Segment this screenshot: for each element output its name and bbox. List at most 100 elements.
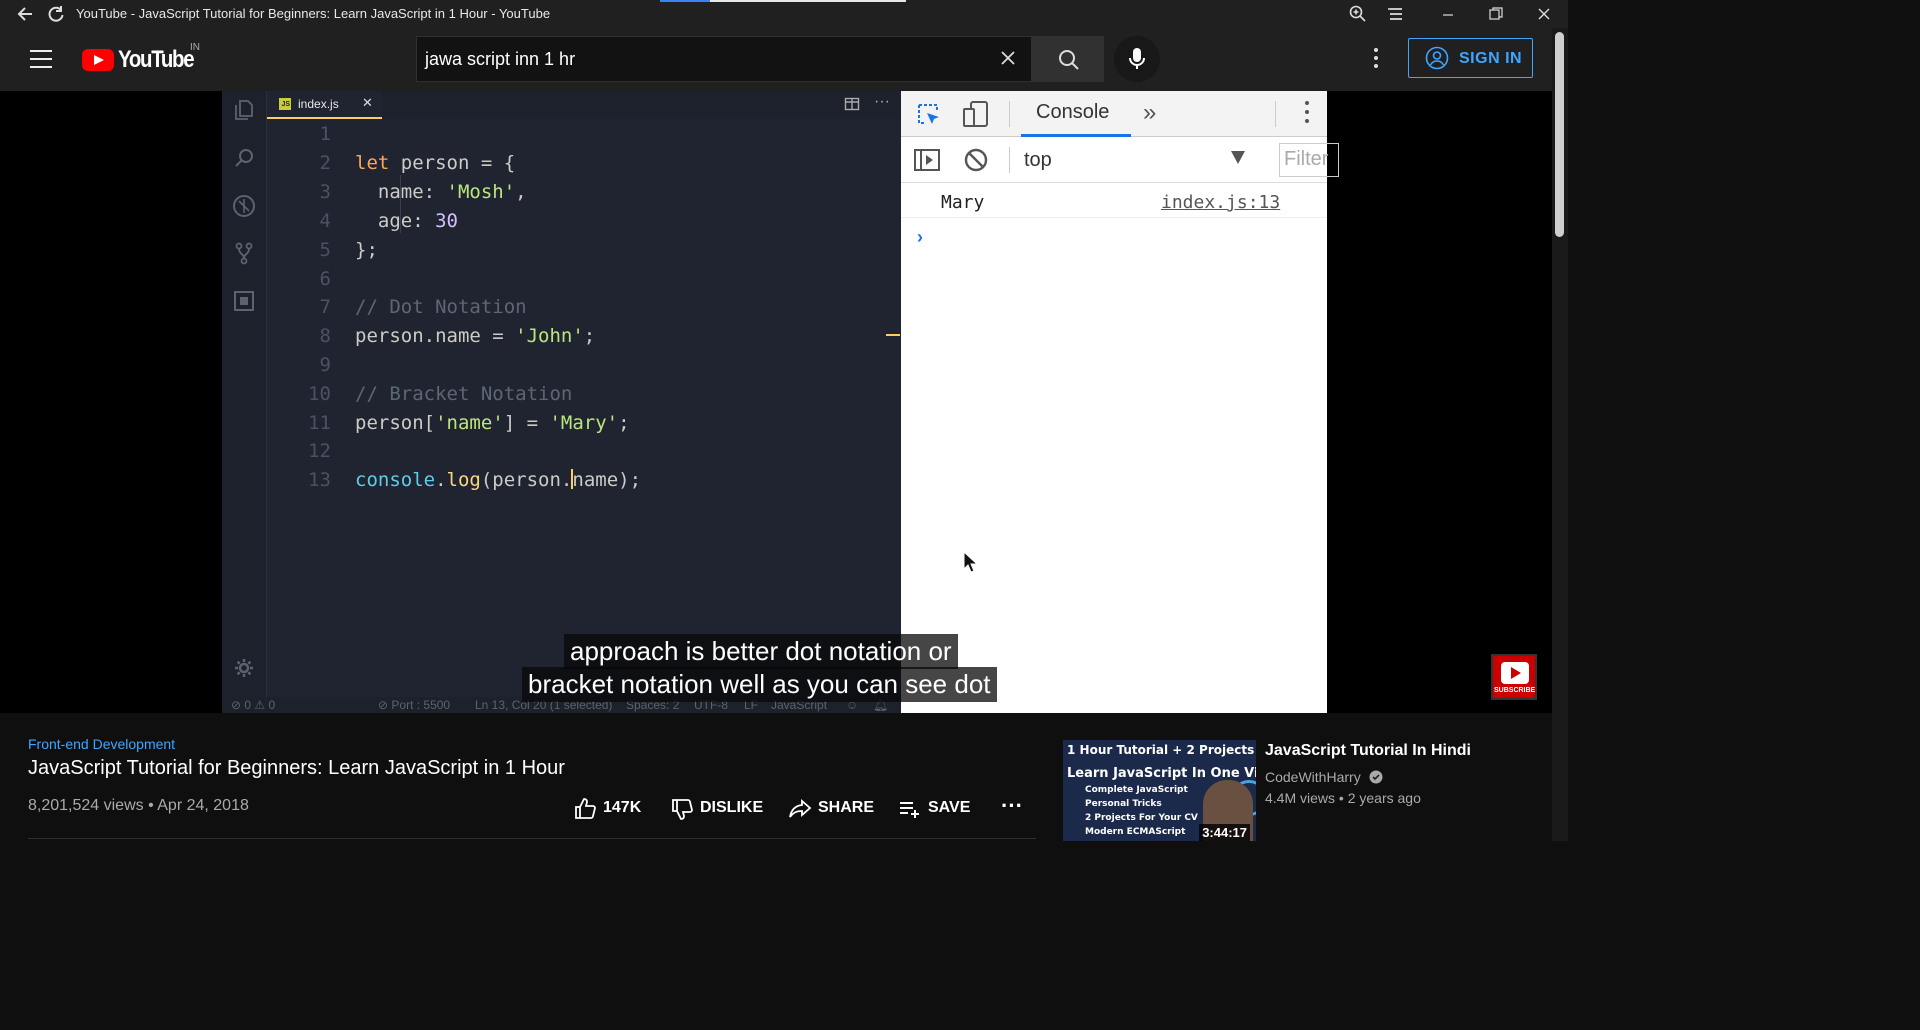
sign-in-button[interactable]: SIGN IN [1408, 38, 1533, 78]
playlist-add-icon [900, 802, 919, 818]
split-editor-icon [844, 96, 860, 117]
more-actions-icon: ··· [874, 93, 890, 110]
line-number: 5 [319, 239, 331, 261]
thumbs-down-icon [672, 799, 693, 820]
devtools-menu-icon [1305, 101, 1309, 123]
code-line-3: name: 'Mosh', [355, 181, 527, 203]
dislike-button[interactable]: DISLIKE [670, 797, 770, 821]
code-editor-frame: JS index.js ✕ ··· 1 2 3 4 5 6 7 8 9 10 1… [222, 91, 901, 713]
video-duration: 3:44:17 [1199, 824, 1250, 841]
line-number: 4 [319, 210, 331, 232]
devtools-toolbar: Console » [901, 91, 1327, 137]
search-input[interactable]: jawa script inn 1 hr [416, 36, 1032, 82]
devtools-panel: Console » top Filter Mary index.js:13 › [901, 91, 1339, 713]
voice-search-button[interactable] [1114, 36, 1160, 82]
console-filter-input: Filter [1279, 143, 1339, 177]
log-message: Mary [941, 192, 985, 213]
caption-line-1: approach is better dot notation or [564, 634, 958, 669]
log-source-link: index.js:13 [1161, 192, 1281, 213]
back-arrow-icon[interactable] [16, 4, 36, 24]
scrollbar-thumb[interactable] [1555, 32, 1564, 237]
code-line-5: }; [355, 239, 378, 261]
close-icon[interactable] [1534, 4, 1554, 24]
device-toolbar-icon [961, 99, 991, 134]
recommended-channel-name[interactable]: CodeWithHarry [1265, 769, 1383, 785]
view-count-date: 8,201,524 views • Apr 24, 2018 [28, 797, 249, 814]
tab-label: index.js [298, 97, 339, 111]
restore-icon[interactable] [1486, 4, 1506, 24]
search-button[interactable] [1032, 36, 1104, 82]
javascript-file-icon: JS [279, 98, 291, 110]
code-line-7: // Dot Notation [355, 296, 527, 318]
editor-tab-index-js: JS index.js ✕ [267, 91, 382, 119]
share-button[interactable]: SHARE [788, 797, 883, 821]
sign-in-label: SIGN IN [1459, 50, 1523, 67]
page-scrollbar[interactable] [1552, 28, 1568, 841]
recommended-video-title[interactable]: JavaScript Tutorial In Hindi [1265, 742, 1471, 760]
guide-menu-icon[interactable] [30, 50, 52, 74]
debug-icon [232, 194, 256, 218]
explorer-icon [232, 98, 256, 122]
editor-tab-bar: JS index.js ✕ ··· [267, 91, 901, 119]
code-line-8: person.name = 'John'; [355, 325, 596, 347]
inspect-element-icon [915, 101, 943, 134]
settings-more-icon[interactable] [1368, 48, 1384, 72]
line-number: 6 [319, 268, 331, 290]
console-prompt-icon: › [917, 227, 923, 247]
minimize-icon[interactable] [1438, 4, 1458, 24]
line-number: 12 [308, 440, 331, 462]
save-button[interactable]: SAVE [898, 797, 980, 821]
reload-icon[interactable] [46, 4, 66, 24]
code-line-13: console.log(person.name); [355, 469, 642, 491]
menu-icon[interactable] [1386, 4, 1406, 24]
line-number: 2 [319, 152, 331, 174]
line-number: 3 [319, 181, 331, 203]
line-number: 10 [308, 383, 331, 405]
like-button[interactable]: 147K [573, 797, 653, 821]
code-line-11: person['name'] = 'Mary'; [355, 412, 630, 434]
context-selector: top [1024, 149, 1052, 171]
share-icon [789, 799, 812, 818]
caption-line-2: bracket notation well as you can see dot [522, 667, 997, 702]
tab-console: Console [1036, 101, 1110, 123]
subscribe-watermark-button[interactable]: SUBSCRIBE [1491, 654, 1537, 700]
zoom-icon[interactable] [1348, 4, 1368, 24]
youtube-header: YouTube IN jawa script inn 1 hr SIGN IN [0, 28, 1552, 91]
line-number: 8 [319, 325, 331, 347]
thumbs-up-icon [575, 798, 596, 819]
more-actions-icon[interactable]: ··· [1001, 793, 1025, 818]
code-line-2: let person = { [355, 152, 516, 174]
recommended-video-thumbnail[interactable]: 1 Hour Tutorial + 2 Projects Learn JavaS… [1063, 740, 1256, 841]
editor-activity-bar [222, 91, 267, 697]
country-code: IN [190, 42, 200, 53]
line-number: 13 [308, 469, 331, 491]
line-number: 11 [308, 412, 331, 434]
video-player[interactable]: JS index.js ✕ ··· 1 2 3 4 5 6 7 8 9 10 1… [0, 91, 1552, 713]
browser-title-bar: YouTube - JavaScript Tutorial for Beginn… [0, 0, 1568, 28]
recommended-video-meta: 4.4M views • 2 years ago [1265, 790, 1421, 806]
console-toolbar: top Filter [901, 137, 1339, 183]
line-number: 1 [319, 123, 331, 145]
logo-text: YouTube [118, 46, 195, 73]
search-icon [232, 146, 256, 170]
loading-bar [660, 0, 906, 2]
category-link[interactable]: Front-end Development [28, 736, 175, 752]
clear-search-icon[interactable] [997, 47, 1019, 75]
more-tabs-icon: » [1143, 99, 1157, 126]
code-line-4: age: 30 [355, 210, 458, 232]
code-line-10: // Bracket Notation [355, 383, 573, 405]
page-title: YouTube - JavaScript Tutorial for Beginn… [76, 6, 551, 21]
account-icon [1425, 46, 1449, 70]
youtube-play-icon [82, 49, 114, 71]
play-icon [1501, 662, 1529, 684]
line-number: 7 [319, 296, 331, 318]
source-control-icon [232, 241, 256, 265]
search-icon [1059, 50, 1079, 70]
problems-status: ⊘ 0 ⚠ 0 [231, 698, 276, 712]
extensions-icon [232, 289, 256, 313]
microphone-icon [1129, 48, 1145, 69]
settings-gear-icon [232, 657, 256, 681]
context-dropdown-icon [1231, 151, 1245, 164]
search-value: jawa script inn 1 hr [425, 49, 576, 69]
line-number: 9 [319, 354, 331, 376]
